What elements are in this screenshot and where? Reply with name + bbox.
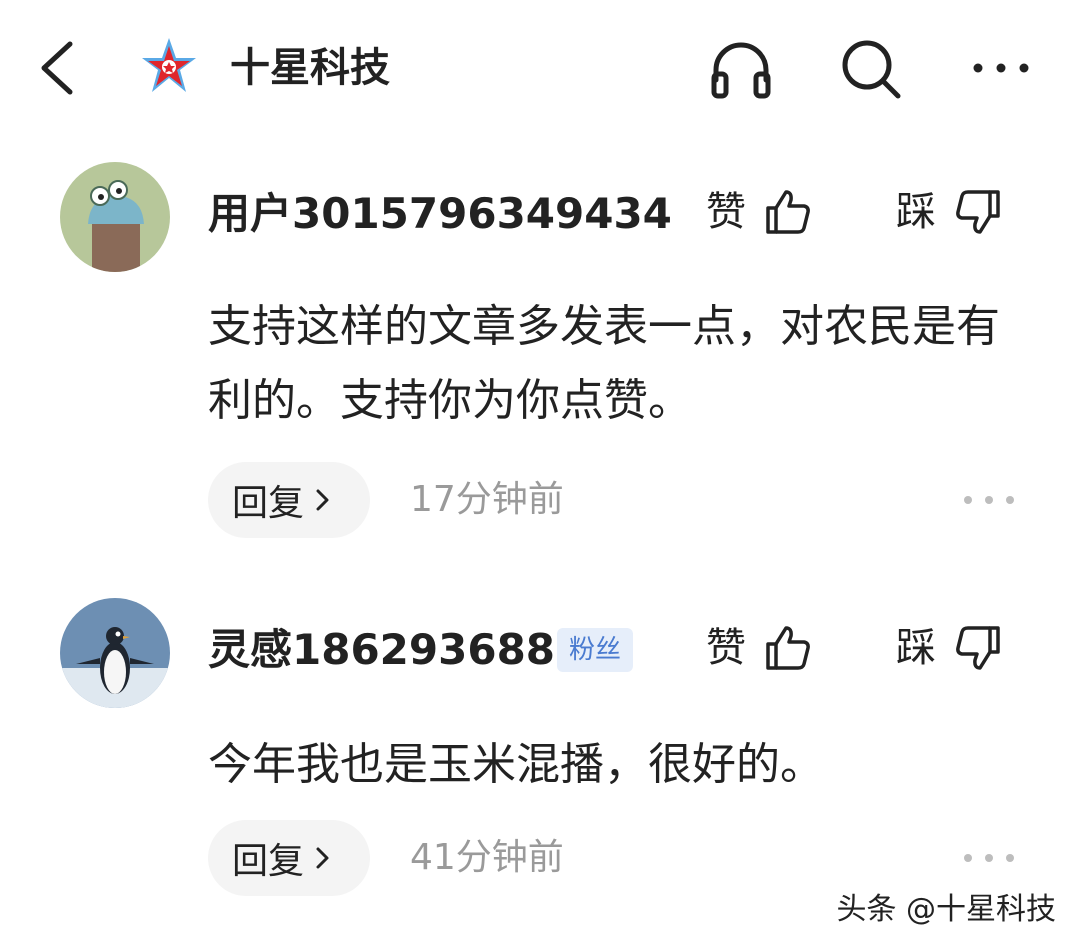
thumbs-up-icon: [766, 626, 810, 670]
chevron-right-icon: [316, 847, 329, 869]
more-button[interactable]: [968, 36, 1034, 102]
headphones-icon: [711, 42, 771, 99]
comment-more-button[interactable]: [962, 848, 1016, 868]
comment-time: 41分钟前: [410, 837, 564, 878]
fan-badge: 粉丝: [557, 628, 634, 672]
avatar[interactable]: [60, 598, 170, 708]
more-dots-icon: [973, 63, 1029, 73]
comment-text: 支持这样的文章多发表一点，对农民是有利的。支持你为你点赞。: [208, 301, 1000, 426]
reply-label: 回复: [232, 483, 305, 524]
more-dots-icon: [964, 854, 1014, 862]
like-label: 赞: [706, 189, 746, 235]
username[interactable]: 用户3015796349434: [208, 184, 672, 244]
back-arrow-icon: [41, 41, 73, 95]
more-dots-icon: [964, 496, 1014, 504]
like-button[interactable]: 赞: [706, 182, 814, 242]
thumbs-down-icon: [956, 626, 1000, 670]
thumbs-up-icon: [766, 190, 810, 234]
back-button[interactable]: [30, 36, 90, 100]
channel-name[interactable]: 十星科技: [230, 42, 390, 94]
top-bar: 十星科技: [0, 0, 1080, 140]
search-button[interactable]: [838, 36, 904, 102]
comment-time: 17分钟前: [410, 479, 564, 520]
reply-button[interactable]: 回复: [208, 820, 370, 896]
watermark: 头条 @十星科技: [836, 892, 1056, 927]
like-button[interactable]: 赞: [706, 618, 814, 678]
thumbs-down-icon: [956, 190, 1000, 234]
like-label: 赞: [706, 625, 746, 671]
chevron-right-icon: [316, 489, 329, 511]
comment-text: 今年我也是玉米混播，很好的。: [208, 739, 824, 790]
search-icon: [842, 40, 901, 99]
dislike-button[interactable]: 踩: [896, 182, 1004, 242]
dislike-label: 踩: [896, 625, 936, 671]
comments-page: 十星科技 用户3015796349434 赞 踩 支持这样的文章多发表一点，对农…: [0, 0, 1080, 948]
comment-more-button[interactable]: [962, 490, 1016, 510]
penguin-avatar-icon: [60, 598, 170, 708]
channel-logo-icon[interactable]: [138, 36, 200, 98]
listen-button[interactable]: [708, 36, 774, 102]
reply-label: 回复: [232, 841, 305, 882]
avatar[interactable]: [60, 162, 170, 272]
dislike-label: 踩: [896, 189, 936, 235]
reply-button[interactable]: 回复: [208, 462, 370, 538]
username[interactable]: 灵感186293688: [208, 620, 555, 680]
cartoon-creature-avatar-icon: [60, 162, 170, 272]
dislike-button[interactable]: 踩: [896, 618, 1004, 678]
